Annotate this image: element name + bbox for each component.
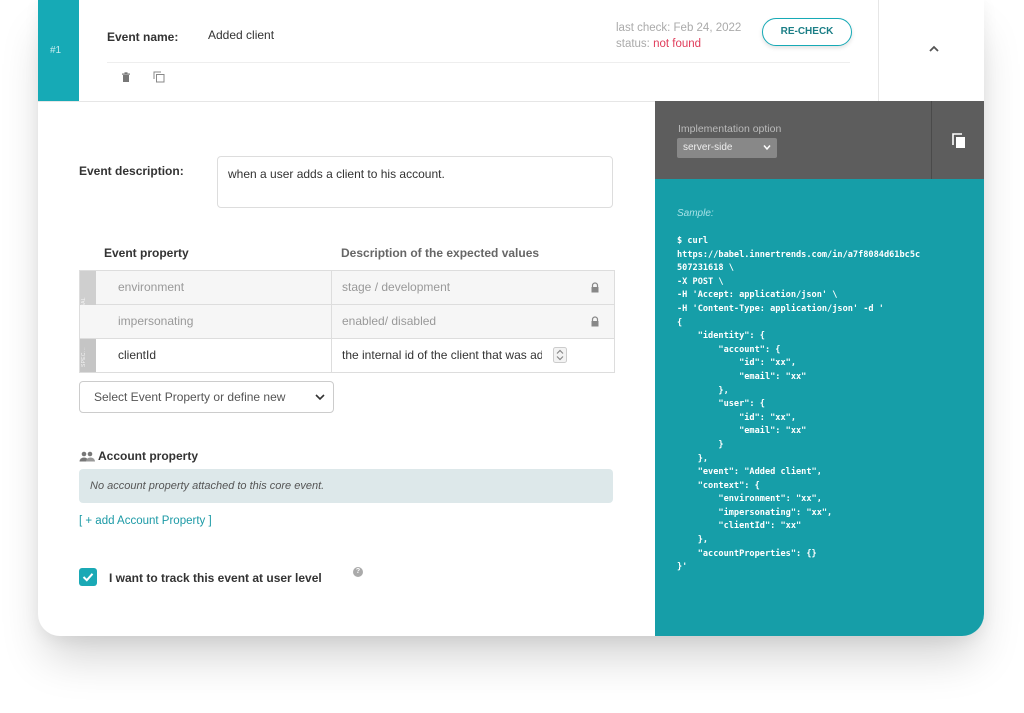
- users-icon: [79, 451, 95, 461]
- last-check-info: last check: Feb 24, 2022 status: not fou…: [616, 20, 741, 52]
- specific-group-tag: SPEC...: [80, 339, 96, 372]
- property-name: environment: [118, 280, 185, 294]
- track-user-level-label: I want to track this event at user level: [109, 571, 322, 585]
- code-sample-panel: Sample: $ curl https://babel.innertrends…: [655, 179, 984, 636]
- header-vertical-divider: [878, 0, 879, 101]
- spinner-icon[interactable]: [553, 347, 567, 363]
- property-name: impersonating: [118, 314, 194, 328]
- implementation-option-select[interactable]: server-side: [677, 138, 777, 158]
- trash-icon[interactable]: [119, 70, 133, 84]
- copy-icon[interactable]: [952, 133, 966, 149]
- select-event-property[interactable]: Select Event Property or define new: [79, 381, 334, 413]
- event-description-label: Event description:: [79, 164, 184, 178]
- status-value: not found: [653, 38, 702, 50]
- event-description-input[interactable]: when a user adds a client to his account…: [217, 156, 613, 208]
- property-name[interactable]: clientId: [118, 348, 156, 362]
- account-property-heading: Account property: [79, 449, 198, 463]
- implementation-panel: Implementation option server-side: [655, 101, 984, 179]
- implementation-divider: [931, 101, 932, 179]
- event-description-value: when a user adds a client to his account…: [228, 167, 445, 181]
- add-account-property-link[interactable]: [ + add Account Property ]: [79, 515, 212, 527]
- last-check-date: last check: Feb 24, 2022: [616, 22, 742, 34]
- event-name-label: Event name:: [107, 30, 179, 44]
- checkmark-icon: [82, 573, 94, 582]
- event-number: #1: [50, 45, 62, 56]
- lock-icon: [591, 316, 599, 327]
- help-icon[interactable]: ?: [353, 567, 363, 577]
- duplicate-icon[interactable]: [152, 70, 166, 84]
- lock-icon: [591, 282, 599, 293]
- event-name-value[interactable]: Added client: [208, 28, 274, 42]
- property-description: enabled/ disabled: [342, 314, 437, 328]
- track-user-level-checkbox[interactable]: [79, 568, 97, 586]
- recheck-button[interactable]: RE-CHECK: [762, 18, 852, 46]
- implementation-option-label: Implementation option: [678, 123, 782, 135]
- status-line: status: not found: [616, 36, 741, 52]
- header-divider: [107, 62, 850, 63]
- event-properties-table: GLOBAL environment stage / development i…: [79, 270, 615, 373]
- property-description-input[interactable]: the internal id of the client that was a…: [342, 348, 542, 362]
- caret-down-icon: [315, 394, 325, 401]
- status-label: status:: [616, 38, 650, 50]
- sample-label: Sample:: [677, 208, 714, 219]
- property-description: stage / development: [342, 280, 451, 294]
- table-row: GLOBAL environment stage / development: [80, 271, 614, 337]
- account-property-empty-box: No account property attached to this cor…: [79, 469, 613, 503]
- expected-values-header: Description of the expected values: [341, 246, 540, 260]
- chevron-up-icon[interactable]: [927, 42, 941, 56]
- event-header: #1 Event name: Added client last check: …: [38, 0, 984, 102]
- table-row: impersonating enabled/ disabled: [80, 305, 614, 339]
- account-property-empty-text: No account property attached to this cor…: [90, 480, 325, 492]
- code-sample: $ curl https://babel.innertrends.com/in/…: [677, 236, 921, 573]
- event-card: #1 Event name: Added client last check: …: [38, 0, 984, 636]
- event-property-header: Event property: [104, 246, 189, 260]
- account-property-title: Account property: [98, 449, 199, 463]
- table-row: SPEC... clientId the internal id of the …: [80, 339, 614, 373]
- event-number-strip: #1: [38, 0, 79, 101]
- caret-down-icon: [763, 145, 771, 151]
